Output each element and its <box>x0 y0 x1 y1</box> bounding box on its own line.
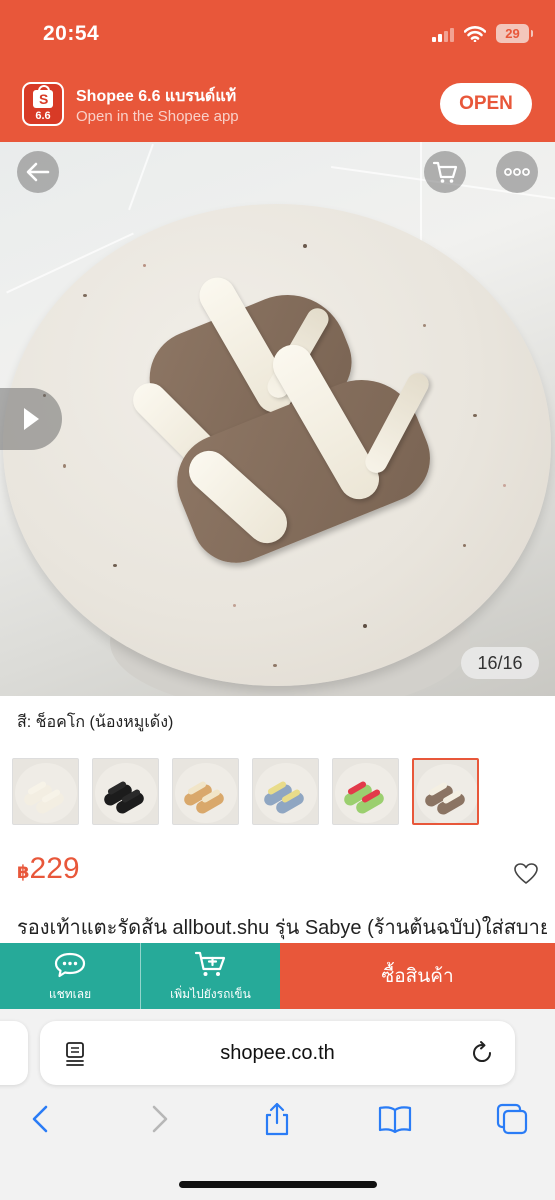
image-counter: 16/16 <box>461 647 539 679</box>
play-icon <box>24 408 39 430</box>
app-banner[interactable]: S 6.6 Shopee 6.6 แบรนด์แท้ Open in the S… <box>0 72 555 142</box>
logo-letter: S <box>39 91 49 107</box>
app-name: Shopee 6.6 แบรนด์แท้ <box>76 88 237 105</box>
price-amount: 229 <box>29 852 80 885</box>
app-subtitle: Open in the Shopee app <box>76 108 239 125</box>
action-bar: แชทเลย เพิ่มไปยังรถเข็น ซื้อสินค้า <box>0 943 555 1009</box>
cellular-signal-icon <box>432 26 454 42</box>
forward-nav-icon[interactable] <box>142 1101 178 1137</box>
add-to-cart-label: เพิ่มไปยังรถเข็น <box>170 987 251 1001</box>
variant-thumbnail[interactable] <box>332 758 399 825</box>
variant-thumbnail[interactable] <box>92 758 159 825</box>
cart-icon <box>432 161 458 183</box>
add-to-cart-button[interactable]: เพิ่มไปยังรถเข็น <box>140 943 280 1009</box>
favorite-button[interactable] <box>513 862 539 886</box>
battery-indicator: 29 <box>496 24 533 43</box>
variant-thumbnail[interactable] <box>12 758 79 825</box>
status-time: 20:54 <box>43 22 100 45</box>
wifi-icon <box>464 25 486 42</box>
shopee-logo: S 6.6 <box>22 82 64 126</box>
browser-nav <box>0 1091 555 1151</box>
product-image[interactable] <box>0 142 555 696</box>
chat-label: แชทเลย <box>48 987 92 1001</box>
tabs-icon[interactable] <box>494 1101 530 1137</box>
previous-tab-peek[interactable] <box>0 1021 28 1085</box>
add-cart-icon <box>194 951 225 976</box>
buy-now-button[interactable]: ซื้อสินค้า <box>280 943 555 1009</box>
battery-level: 29 <box>505 26 520 41</box>
status-icons: 29 <box>432 24 533 43</box>
heart-icon <box>514 863 538 884</box>
product-title: รองเท้าแตะรัดส้น allbout.shu รุ่น Sabye … <box>17 917 547 939</box>
variant-thumbnail[interactable] <box>412 758 479 825</box>
variant-thumbnail[interactable] <box>252 758 319 825</box>
back-button[interactable] <box>17 151 59 193</box>
chat-button[interactable]: แชทเลย <box>0 943 140 1009</box>
reload-icon[interactable] <box>469 1040 495 1066</box>
status-bar: 20:54 29 <box>0 0 555 72</box>
back-nav-icon[interactable] <box>22 1101 58 1137</box>
cart-button[interactable] <box>424 151 466 193</box>
logo-label: 6.6 <box>35 110 51 122</box>
share-icon[interactable] <box>259 1101 295 1137</box>
variant-label: สี: ช็อคโก (น้องหมูเด้ง) <box>17 714 174 731</box>
open-app-button[interactable]: OPEN <box>440 83 532 125</box>
variant-thumbnail[interactable] <box>172 758 239 825</box>
play-video-button[interactable] <box>0 388 62 450</box>
bookmarks-icon[interactable] <box>377 1101 413 1137</box>
home-indicator <box>179 1181 377 1188</box>
price-currency: ฿ <box>17 862 30 882</box>
address-bar[interactable]: shopee.co.th <box>40 1021 515 1085</box>
variant-thumbnails <box>12 758 479 825</box>
chat-icon <box>54 952 86 978</box>
more-icon <box>504 168 530 176</box>
url-text: shopee.co.th <box>220 1042 335 1064</box>
back-arrow-icon <box>26 162 50 182</box>
more-options-button[interactable] <box>496 151 538 193</box>
price: ฿229 <box>17 852 80 886</box>
